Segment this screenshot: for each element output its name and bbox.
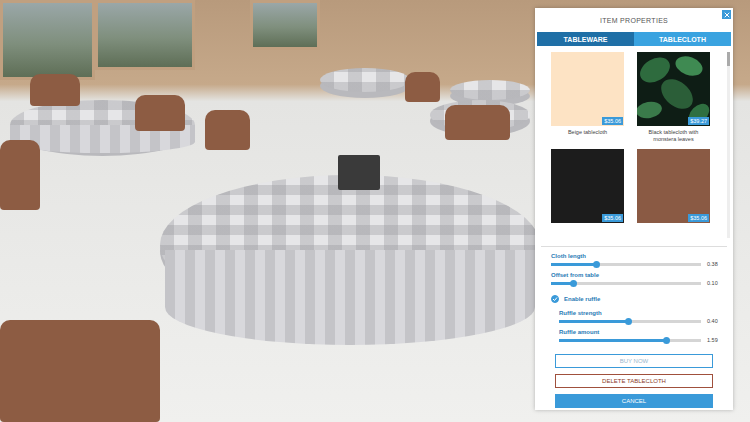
tablecloth-name: Black tablecloth with monstera leaves (637, 129, 710, 143)
slider-label: Cloth length (551, 253, 721, 259)
tablecloth-name: Beige tablecloth (568, 129, 607, 143)
action-button: BUY NOW (555, 354, 713, 368)
condiment-caddy (338, 155, 380, 190)
slider-track[interactable] (551, 282, 701, 285)
tablecloth-card[interactable]: $39.27 Black tablecloth with monstera lea… (637, 52, 710, 143)
slider-knob[interactable] (663, 337, 670, 344)
chair (0, 320, 160, 422)
panel-header: ITEM PROPERTIES (535, 8, 733, 32)
button-group: BUY NOW DELETE TABLECLOTH CANCEL (535, 346, 733, 408)
slider-label: Ruffle strength (559, 310, 721, 316)
checkbox[interactable] (551, 295, 559, 303)
table (320, 68, 410, 92)
controls: Cloth length 0.38 Offset from table 0.10 Ena… (541, 246, 727, 345)
chair (0, 140, 40, 210)
chair (445, 105, 510, 140)
action-button[interactable]: DELETE TABLECLOTH (555, 374, 713, 388)
slider-fill (559, 339, 667, 342)
tablecloth-card[interactable]: $35.06 (637, 149, 710, 223)
close-button[interactable] (722, 10, 731, 19)
close-icon (723, 11, 731, 19)
slider-reading: 0.40 (707, 318, 721, 324)
item-properties-panel: ITEM PROPERTIES TABLEWARETABLECLOTH $35.06… (535, 8, 733, 410)
slider-row: Ruffle amount 1.59 (551, 329, 721, 345)
slider-knob[interactable] (570, 280, 577, 287)
panel-title: ITEM PROPERTIES (600, 17, 668, 24)
slider-reading: 0.38 (707, 261, 721, 267)
tab-bar: TABLEWARETABLECLOTH (537, 32, 731, 46)
slider-label: Offset from table (551, 272, 721, 278)
tab[interactable]: TABLEWARE (537, 32, 634, 46)
chair (205, 110, 250, 150)
tablecloth (165, 250, 535, 345)
check-icon (552, 296, 558, 302)
slider-row: Offset from table 0.10 (551, 272, 721, 288)
slider-fill (559, 320, 629, 323)
slider-track[interactable] (559, 320, 701, 323)
tablecloth-swatch: $39.27 (637, 52, 710, 126)
tablecloth-card[interactable]: $35.06 Beige tablecloth (551, 52, 624, 143)
ruffle-toggle[interactable]: Enable ruffle (551, 295, 721, 303)
price-badge: $35.06 (688, 214, 709, 222)
slider-row: Ruffle strength 0.40 (551, 310, 721, 326)
price-badge: $35.06 (602, 117, 623, 125)
chair (30, 74, 80, 106)
window (250, 0, 320, 50)
tablecloth-list: $35.06 Beige tablecloth $39.27 Black tablec… (535, 46, 733, 242)
window (95, 0, 195, 70)
slider-track[interactable] (559, 339, 701, 342)
price-badge: $35.06 (602, 214, 623, 222)
tablecloth-swatch: $35.06 (551, 149, 624, 223)
slider-fill (551, 263, 596, 266)
monstera-leaves-icon (637, 52, 710, 126)
slider-knob[interactable] (625, 318, 632, 325)
slider-track[interactable] (551, 263, 701, 266)
scrollbar[interactable] (727, 52, 730, 238)
checkbox-label: Enable ruffle (564, 296, 600, 302)
tablecloth-swatch: $35.06 (637, 149, 710, 223)
table (450, 80, 530, 100)
slider-reading: 0.10 (707, 280, 721, 286)
action-button[interactable]: CANCEL (555, 394, 713, 408)
chair (135, 95, 185, 131)
tablecloth-card[interactable]: $35.06 (551, 149, 624, 223)
slider-reading: 1.59 (707, 337, 721, 343)
scroll-thumb[interactable] (727, 52, 730, 66)
chair (405, 72, 440, 102)
tablecloth-swatch: $35.06 (551, 52, 624, 126)
tab[interactable]: TABLECLOTH (634, 32, 731, 46)
game-scene: ITEM PROPERTIES TABLEWARETABLECLOTH $35.06… (0, 0, 750, 422)
slider-knob[interactable] (593, 261, 600, 268)
slider-row: Cloth length 0.38 (551, 253, 721, 269)
window (0, 0, 95, 80)
price-badge: $39.27 (688, 117, 709, 125)
slider-label: Ruffle amount (559, 329, 721, 335)
